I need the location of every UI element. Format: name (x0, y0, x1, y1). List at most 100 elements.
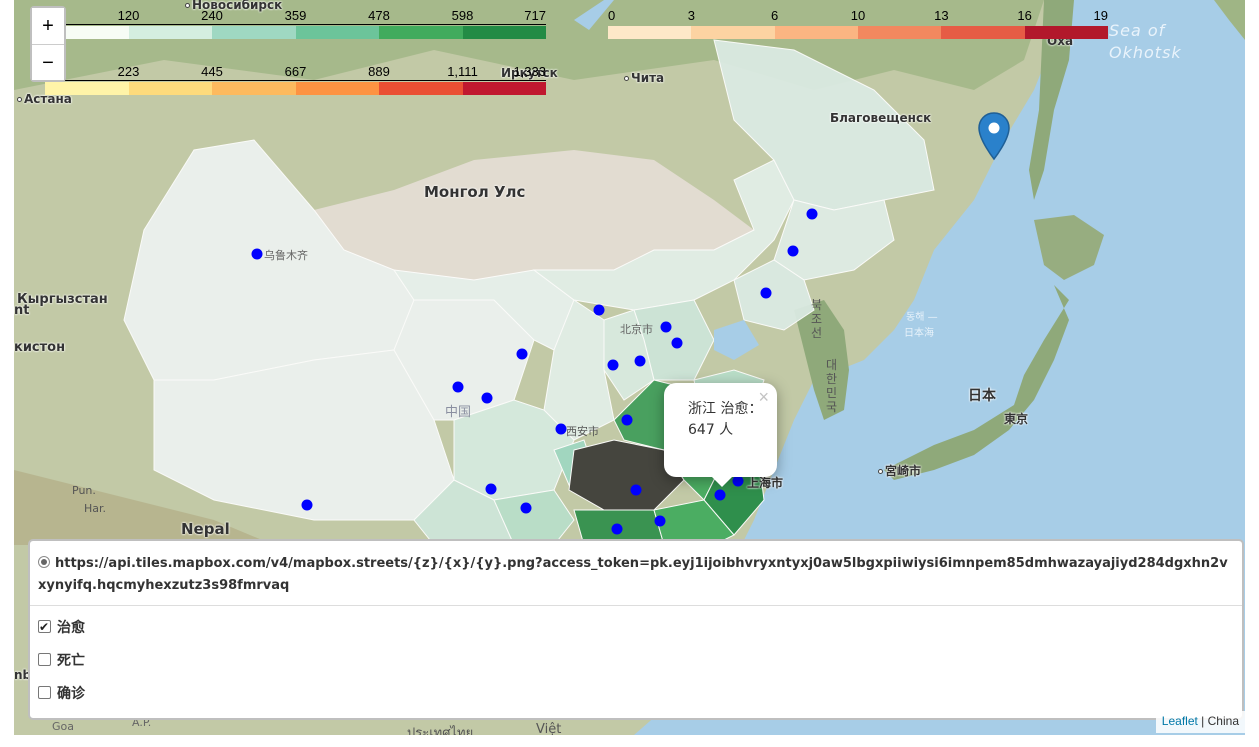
label-urumqi: 乌鲁木齐 (264, 249, 308, 262)
city-marker (301, 499, 313, 511)
legend-color-swatch (462, 82, 546, 95)
overlay-deaths-checkbox[interactable] (38, 653, 51, 666)
legend-color-swatch (128, 82, 212, 95)
city-marker (806, 208, 818, 220)
overlay-confirmed-label: 确诊 (57, 686, 85, 702)
label-sea-of-okhotsk: Sea of Okhotsk (1109, 21, 1182, 62)
leaflet-link[interactable]: Leaflet (1162, 714, 1198, 728)
legend-tick-label: 478 (368, 8, 390, 23)
label-china: 中国 (445, 405, 472, 420)
label-beijing: 北京市 (620, 323, 653, 336)
label-japan: 日本 (968, 388, 996, 404)
label-tokyo: 東京 (1004, 412, 1029, 426)
legend-color-swatch (379, 26, 463, 39)
attribution-source: China (1207, 714, 1239, 728)
label-mongolia: Монгол Улс (424, 183, 526, 201)
legend-tick-label: 240 (201, 8, 223, 23)
city-marker (593, 304, 605, 316)
legend-confirmed: 12234456678891,1111,333 (45, 56, 546, 96)
city-marker (520, 502, 532, 514)
overlay-deaths[interactable]: 死亡 (38, 647, 1234, 680)
legend-color-swatch (128, 26, 212, 39)
legend-color-swatch (608, 26, 692, 39)
label-blagoveshchensk: Благовещенск (830, 111, 932, 125)
legend-tick-label: 717 (524, 8, 546, 23)
city-marker (621, 414, 633, 426)
city-marker (251, 248, 263, 260)
base-layer-option[interactable]: https://api.tiles.mapbox.com/v4/mapbox.s… (30, 541, 1242, 605)
city-marker (660, 321, 672, 333)
label-miyazaki: 宮崎市 (878, 462, 921, 479)
label-goa: Goa (52, 720, 74, 733)
label-haryana: Har. (84, 502, 107, 515)
legend-tick-label: 445 (201, 64, 223, 79)
popup-close-button[interactable]: × (758, 387, 769, 408)
label-east-sea: 동해 — (906, 312, 938, 323)
legend-tick-label: 13 (934, 8, 949, 23)
overlay-deaths-label: 死亡 (57, 653, 85, 669)
label-sea-of-japan: 日本海 (904, 328, 934, 339)
city-marker (555, 423, 567, 435)
overlay-list: 治愈 死亡 确诊 (30, 606, 1242, 721)
legend-color-swatch (45, 82, 129, 95)
city-marker (611, 523, 623, 535)
legend-tick-label: 10 (850, 8, 866, 23)
legend-color-swatch (295, 26, 379, 39)
legend-color-swatch (295, 82, 379, 95)
legend-tick-label: 16 (1017, 8, 1032, 23)
label-xian: 西安市 (566, 425, 599, 438)
city-marker (485, 483, 497, 495)
legend-tick-label: 598 (451, 8, 474, 23)
city-marker (630, 484, 642, 496)
zoom-in-button[interactable]: + (32, 8, 64, 44)
overlay-confirmed-checkbox[interactable] (38, 686, 51, 699)
label-tajikistan: кистон (14, 340, 66, 355)
legend-deaths: 0 3 6 10 13 16 19 (608, 0, 1108, 40)
legend-cured: 1120240359478598717 (45, 0, 546, 40)
legend-color-swatch (941, 26, 1025, 39)
label-korea-north: 북조선 (811, 298, 823, 340)
city-marker (452, 381, 464, 393)
city-marker (714, 489, 726, 501)
city-marker (787, 245, 799, 257)
overlay-confirmed[interactable]: 确诊 (38, 680, 1234, 713)
popup-text: 浙江 治愈：647 人 (688, 401, 763, 438)
legend-tick-label: 120 (117, 8, 140, 23)
legend-tick-label: 0 (608, 8, 616, 23)
legend-tick-label: 889 (368, 64, 390, 79)
legend-tick-label: 19 (1093, 8, 1108, 23)
overlay-cured-label: 治愈 (57, 620, 85, 636)
city-marker (760, 287, 772, 299)
overlay-cured[interactable]: 治愈 (38, 613, 1234, 647)
legend-color-swatch (857, 26, 942, 39)
legend-tick-label: 223 (117, 64, 140, 79)
base-layer-radio[interactable] (38, 556, 50, 568)
city-marker (671, 337, 683, 349)
legend-tick-label: 359 (284, 8, 307, 23)
city-marker (654, 515, 666, 527)
label-nepal: Nepal (181, 520, 230, 538)
legend-tick-label: 3 (687, 8, 695, 23)
map-pin-icon[interactable] (976, 111, 1012, 163)
attribution-separator: | (1201, 714, 1205, 728)
legend-color-swatch (1024, 26, 1108, 39)
label-vietnam: Việt (536, 722, 562, 735)
city-marker (516, 348, 528, 360)
attribution: Leaflet | China (1155, 711, 1245, 733)
zoom-control: + − (30, 6, 66, 82)
label-kyrgyzstan: Кыргызстан (17, 292, 108, 307)
zoom-out-button[interactable]: − (32, 44, 64, 80)
city-marker (634, 355, 646, 367)
label-chita: Чита (624, 71, 664, 85)
legend-color-swatch (379, 82, 463, 95)
layers-control: https://api.tiles.mapbox.com/v4/mapbox.s… (28, 539, 1244, 720)
legend-tick-label: 1,111 (447, 64, 478, 79)
legend-color-swatch (212, 26, 296, 39)
label-korea-south: 대한민국 (826, 358, 838, 414)
label-margin: nt (14, 303, 30, 318)
legend-tick-label: 1,333 (513, 64, 546, 79)
overlay-cured-checkbox[interactable] (38, 613, 51, 641)
city-marker (607, 359, 619, 371)
legend-color-swatch (774, 26, 858, 39)
legend-color-swatch (691, 26, 775, 39)
